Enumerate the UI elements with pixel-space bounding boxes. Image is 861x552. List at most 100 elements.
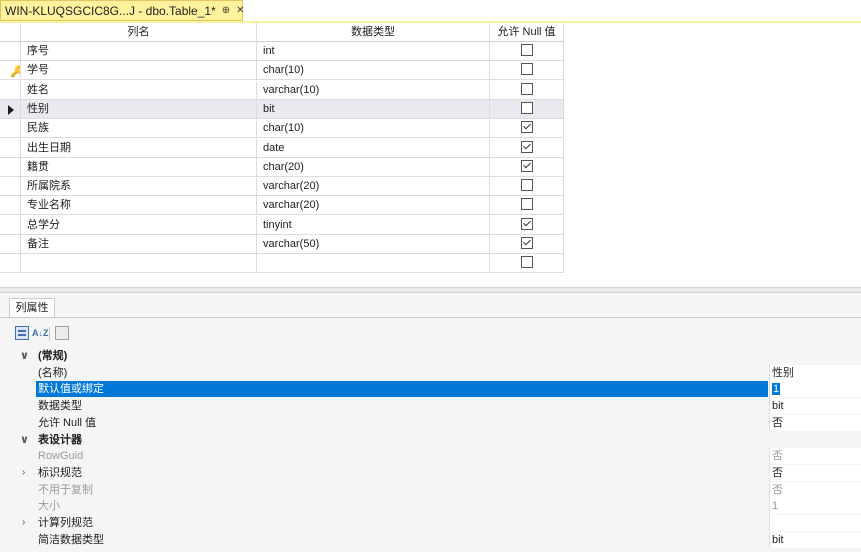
data-type-cell[interactable]: date	[257, 139, 490, 158]
property-category[interactable]: ∨ 表设计器	[0, 432, 861, 449]
allow-null-cell	[490, 235, 564, 254]
allow-null-checkbox[interactable]	[520, 63, 533, 76]
expand-chevron-icon[interactable]: ›	[22, 465, 25, 481]
allow-null-checkbox[interactable]	[520, 83, 533, 96]
data-type-cell[interactable]	[257, 254, 490, 273]
data-type-cell[interactable]: int	[257, 42, 490, 61]
data-type-cell[interactable]: char(10)	[257, 119, 490, 138]
column-header-allow-null[interactable]: 允许 Null 值	[490, 23, 564, 42]
property-row[interactable]: 简洁数据类型 bit	[0, 532, 861, 549]
row-selector-header[interactable]	[0, 23, 21, 42]
property-row[interactable]: (名称) 性别	[0, 365, 861, 382]
property-row[interactable]: 默认值或绑定 1	[0, 381, 861, 398]
property-value[interactable]: 1	[769, 381, 861, 397]
table-row[interactable]: 专业名称 varchar(20)	[0, 196, 564, 215]
property-value[interactable]	[769, 515, 861, 531]
allow-null-cell	[490, 100, 564, 119]
column-name-cell[interactable]: 备注	[21, 235, 257, 254]
property-value[interactable]: 否	[769, 415, 861, 431]
data-type-cell[interactable]: char(20)	[257, 158, 490, 177]
row-selector[interactable]	[0, 235, 21, 254]
table-row[interactable]: 籍贯 char(20)	[0, 158, 564, 177]
property-row[interactable]: 大小 1	[0, 498, 861, 515]
table-row[interactable]: 序号 int	[0, 42, 564, 61]
property-row[interactable]: 数据类型 bit	[0, 398, 861, 415]
column-name-cell[interactable]: 姓名	[21, 81, 257, 100]
column-name-cell[interactable]: 序号	[21, 42, 257, 61]
row-selector[interactable]: 🔑	[0, 61, 21, 80]
close-icon[interactable]: ✕	[236, 5, 244, 16]
row-selector[interactable]	[0, 216, 21, 235]
row-selector[interactable]	[0, 254, 21, 273]
property-value[interactable]: 性别	[769, 365, 861, 381]
row-selector[interactable]	[0, 81, 21, 100]
row-selector[interactable]	[0, 119, 21, 138]
column-name-cell[interactable]: 学号	[21, 61, 257, 80]
column-header-name[interactable]: 列名	[21, 23, 257, 42]
table-row[interactable]: 出生日期 date	[0, 139, 564, 158]
allow-null-checkbox[interactable]	[520, 179, 533, 192]
column-name-cell[interactable]: 籍贯	[21, 158, 257, 177]
row-selector[interactable]	[0, 139, 21, 158]
allow-null-checkbox[interactable]	[520, 160, 533, 173]
table-row[interactable]: 性别 bit	[0, 100, 564, 119]
allow-null-checkbox[interactable]	[520, 121, 533, 134]
data-type-cell[interactable]: varchar(20)	[257, 177, 490, 196]
table-row[interactable]: 备注 varchar(50)	[0, 235, 564, 254]
allow-null-checkbox[interactable]	[520, 198, 533, 211]
allow-null-checkbox[interactable]	[520, 44, 533, 57]
pin-icon[interactable]: ⊕	[222, 5, 230, 16]
row-selector[interactable]	[0, 100, 21, 119]
table-row[interactable]: 所属院系 varchar(20)	[0, 177, 564, 196]
allow-null-checkbox[interactable]	[520, 218, 533, 231]
data-type-cell[interactable]: tinyint	[257, 216, 490, 235]
table-row[interactable]	[0, 254, 564, 273]
table-row[interactable]: 🔑学号char(10)	[0, 61, 564, 80]
column-name-cell[interactable]: 专业名称	[21, 196, 257, 215]
allow-null-checkbox[interactable]	[520, 256, 533, 269]
column-name-cell[interactable]: 总学分	[21, 216, 257, 235]
row-selector[interactable]	[0, 158, 21, 177]
allow-null-checkbox[interactable]	[520, 237, 533, 250]
property-value[interactable]: 1	[769, 498, 861, 514]
categorized-icon[interactable]	[15, 326, 29, 340]
data-type-cell[interactable]: varchar(10)	[257, 81, 490, 100]
property-value[interactable]: 否	[769, 482, 861, 498]
property-value[interactable]: bit	[769, 398, 861, 414]
collapse-chevron-icon[interactable]: ∨	[20, 432, 29, 448]
property-row[interactable]: RowGuid 否	[0, 448, 861, 465]
expand-chevron-icon[interactable]: ›	[22, 515, 25, 531]
row-selector[interactable]	[0, 196, 21, 215]
property-row[interactable]: › 标识规范 否	[0, 465, 861, 482]
column-name-cell[interactable]: 所属院系	[21, 177, 257, 196]
column-name-cell[interactable]: 出生日期	[21, 139, 257, 158]
table-row[interactable]: 总学分 tinyint	[0, 216, 564, 235]
row-selector[interactable]	[0, 177, 21, 196]
column-name-cell[interactable]: 性别	[21, 100, 257, 119]
allow-null-checkbox[interactable]	[520, 102, 533, 115]
property-pages-icon[interactable]	[55, 326, 69, 340]
column-name-cell[interactable]: 民族	[21, 119, 257, 138]
data-type-cell[interactable]: varchar(50)	[257, 235, 490, 254]
property-value[interactable]: 否	[769, 448, 861, 464]
table-row[interactable]: 姓名 varchar(10)	[0, 81, 564, 100]
row-selector[interactable]	[0, 42, 21, 61]
property-value[interactable]: bit	[769, 532, 861, 548]
property-category[interactable]: ∨ (常规)	[0, 348, 861, 365]
alphabetical-sort-icon[interactable]: A↓Z	[32, 326, 49, 340]
property-value[interactable]: 否	[769, 465, 861, 481]
property-row[interactable]: 不用于复制 否	[0, 482, 861, 499]
column-header-type[interactable]: 数据类型	[257, 23, 490, 42]
property-row[interactable]: › 计算列规范	[0, 515, 861, 532]
column-name-cell[interactable]	[21, 254, 257, 273]
data-type-cell[interactable]: varchar(20)	[257, 196, 490, 215]
allow-null-checkbox[interactable]	[520, 141, 533, 154]
grid-header-row: 列名 数据类型 允许 Null 值	[0, 23, 564, 42]
property-row[interactable]: 允许 Null 值 否	[0, 415, 861, 432]
collapse-chevron-icon[interactable]: ∨	[20, 348, 29, 364]
data-type-cell[interactable]: char(10)	[257, 61, 490, 80]
tab-column-properties[interactable]: 列属性	[9, 298, 55, 317]
document-tab-table1[interactable]: WIN-KLUQSGCIC8G...J - dbo.Table_1* ⊕ ✕	[0, 0, 245, 21]
table-row[interactable]: 民族 char(10)	[0, 119, 564, 138]
data-type-cell[interactable]: bit	[257, 100, 490, 119]
